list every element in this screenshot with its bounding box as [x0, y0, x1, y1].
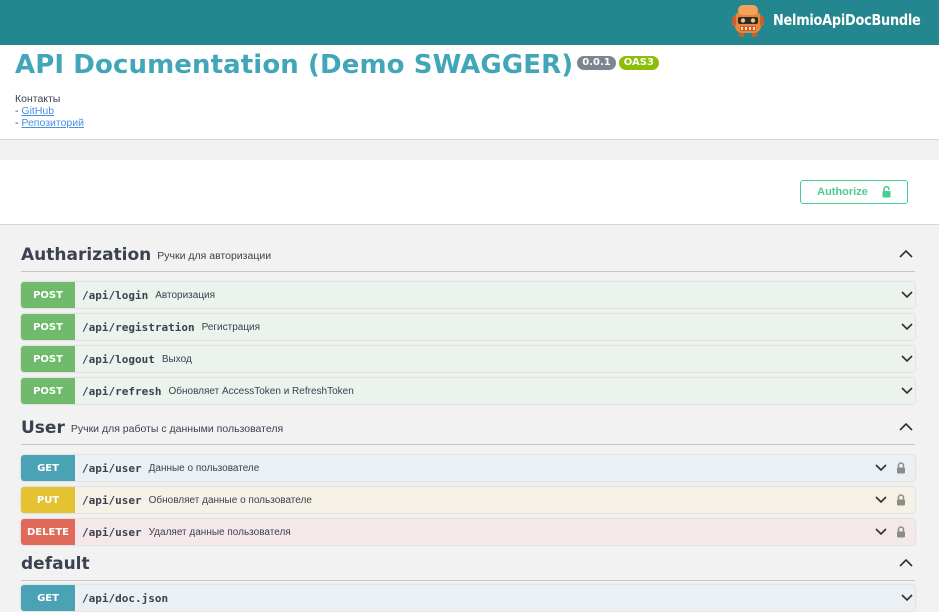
operation-post-api-logout[interactable]: POST /api/logout Выход: [21, 346, 915, 372]
chevron-down-icon[interactable]: [901, 355, 913, 363]
version-badge: 0.0.1: [577, 56, 616, 70]
operation-post-api-registration[interactable]: POST /api/registration Регистрация: [21, 314, 915, 340]
chevron-down-icon[interactable]: [901, 594, 913, 602]
contact-line-github: - GitHub: [15, 105, 84, 117]
lock-open-icon: [882, 186, 891, 198]
tag-user[interactable]: User Ручки для работы с данными пользова…: [21, 411, 915, 445]
method-badge: POST: [21, 282, 75, 308]
method-badge: POST: [21, 314, 75, 340]
operation-delete-api-user[interactable]: DELETE /api/user Удаляет данные пользова…: [21, 519, 915, 545]
contact-line-repo: - Репозиторий: [15, 117, 84, 129]
brand[interactable]: NelmioApiDocBundle: [731, 2, 921, 38]
tag-default[interactable]: default: [21, 547, 915, 581]
operation-get-api-user[interactable]: GET /api/user Данные о пользователе: [21, 455, 915, 481]
lock-icon[interactable]: [896, 462, 906, 474]
chevron-up-icon[interactable]: [899, 249, 913, 259]
operation-put-api-user[interactable]: PUT /api/user Обновляет данные о пользов…: [21, 487, 915, 513]
operation-summary: Удаляет данные пользователя: [148, 526, 291, 538]
tag-description: Ручки для авторизации: [157, 249, 272, 262]
github-link[interactable]: GitHub: [21, 105, 54, 117]
lock-icon[interactable]: [896, 494, 906, 506]
tag-name: default: [21, 553, 90, 574]
chevron-down-icon[interactable]: [901, 291, 913, 299]
chevron-up-icon[interactable]: [899, 558, 913, 568]
repository-link[interactable]: Репозиторий: [21, 117, 84, 129]
operation-summary: Выход: [161, 353, 192, 365]
tag-name: Autharization: [21, 244, 152, 265]
operation-path: /api/user: [82, 493, 142, 507]
operation-path: /api/doc.json: [82, 591, 169, 605]
chevron-down-icon[interactable]: [875, 496, 887, 504]
oas-badge: OAS3: [618, 56, 659, 70]
nelmio-robot-icon: [732, 5, 764, 37]
title-row: API Documentation (Demo SWAGGER) 0.0.1 O…: [15, 49, 659, 81]
chevron-down-icon[interactable]: [875, 528, 887, 536]
operation-path: /api/login: [82, 288, 149, 302]
lock-icon[interactable]: [896, 526, 906, 538]
authorize-button[interactable]: Authorize: [800, 180, 908, 204]
contacts-label: Контакты: [15, 93, 61, 105]
method-badge: GET: [21, 585, 75, 611]
chevron-down-icon[interactable]: [901, 387, 913, 395]
method-badge: POST: [21, 346, 75, 372]
operation-path: /api/user: [82, 461, 142, 475]
method-badge: GET: [21, 455, 75, 481]
operation-summary: Обновляет данные о пользователе: [148, 494, 312, 506]
operation-path: /api/user: [82, 525, 142, 539]
info-section: API Documentation (Demo SWAGGER) 0.0.1 O…: [0, 45, 939, 140]
operation-path: /api/logout: [82, 352, 155, 366]
operation-get-api-doc-json[interactable]: GET /api/doc.json: [21, 585, 915, 611]
page-title: API Documentation (Demo SWAGGER): [15, 50, 574, 80]
operation-post-api-refresh[interactable]: POST /api/refresh Обновляет AccessToken …: [21, 378, 915, 404]
tag-autharization[interactable]: Autharization Ручки для авторизации: [21, 238, 915, 272]
authorize-label: Authorize: [817, 186, 868, 198]
top-bar: NelmioApiDocBundle: [0, 0, 939, 45]
contacts: Контакты - GitHub - Репозиторий: [15, 93, 84, 129]
method-badge: POST: [21, 378, 75, 404]
chevron-down-icon[interactable]: [875, 464, 887, 472]
auth-wrapper: Authorize: [0, 160, 939, 225]
tag-name: User: [21, 417, 65, 438]
method-badge: DELETE: [21, 519, 75, 545]
operation-summary: Авторизация: [155, 289, 216, 301]
chevron-up-icon[interactable]: [899, 422, 913, 432]
tag-description: Ручки для работы с данными пользователя: [70, 422, 284, 435]
operation-summary: Данные о пользователе: [148, 462, 260, 474]
operation-summary: Регистрация: [201, 321, 261, 333]
operation-summary: Обновляет AccessToken и RefreshToken: [168, 385, 354, 397]
operation-path: /api/registration: [82, 320, 195, 334]
operation-path: /api/refresh: [82, 384, 162, 398]
operation-post-api-login[interactable]: POST /api/login Авторизация: [21, 282, 915, 308]
method-badge: PUT: [21, 487, 75, 513]
brand-name: NelmioApiDocBundle: [773, 11, 921, 29]
chevron-down-icon[interactable]: [901, 323, 913, 331]
